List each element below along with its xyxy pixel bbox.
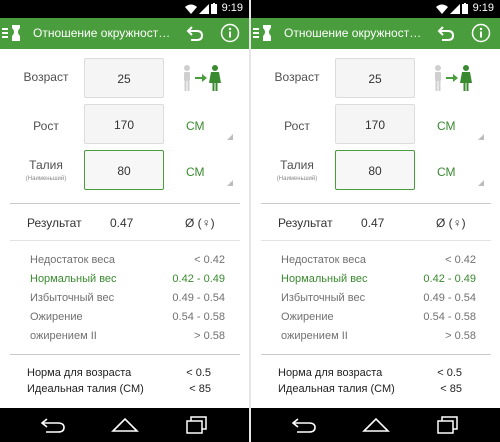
wifi-icon: [185, 4, 197, 14]
waist-label: Талия: [29, 158, 63, 172]
waist-field[interactable]: 80: [84, 150, 164, 190]
category-label: Недостаток веса: [281, 254, 367, 266]
height-label: Рост: [284, 119, 310, 133]
result-symbol: Ø (♀): [185, 216, 215, 230]
category-label: Избыточный вес: [30, 292, 115, 304]
category-range: 0.42 - 0.49: [172, 273, 225, 285]
norm-value: < 0.5: [437, 367, 462, 379]
app-title: Отношение окружност…: [33, 26, 171, 40]
dropdown-corner-icon: [227, 180, 233, 186]
signal-icon: [450, 4, 460, 14]
phone-screen-left: 9:19 Отношение окружност… Возраст 25 Рос…: [0, 0, 249, 442]
battery-icon: [462, 3, 468, 14]
waist-unit-select[interactable]: СМ: [437, 165, 456, 179]
category-label: Нормальный вес: [30, 273, 117, 285]
category-range: 0.49 - 0.54: [172, 292, 225, 304]
category-range: 0.42 - 0.49: [423, 273, 476, 285]
height-field[interactable]: 170: [84, 104, 164, 144]
category-label: ожирением II: [281, 330, 348, 342]
norm-value: < 85: [440, 383, 462, 395]
back-icon[interactable]: [437, 24, 455, 42]
category-label: Ожирение: [30, 311, 83, 323]
status-time: 9:19: [472, 2, 494, 14]
menu-icon[interactable]: [252, 24, 261, 42]
gender-switch-icon[interactable]: [181, 64, 223, 92]
height-label: Рост: [33, 119, 59, 133]
category-label: Избыточный вес: [281, 292, 366, 304]
age-field[interactable]: 25: [335, 58, 415, 98]
waist-unit-select[interactable]: СМ: [186, 165, 205, 179]
nav-back-icon[interactable]: [291, 416, 317, 434]
result-value: 0.47: [361, 216, 385, 230]
category-range: 0.54 - 0.58: [423, 311, 476, 323]
app-title: Отношение окружност…: [284, 26, 422, 40]
nav-recents-icon[interactable]: [436, 416, 460, 434]
section-divider: [10, 203, 240, 204]
category-label: ожирением II: [30, 330, 97, 342]
screenshot-stage: 9:19 Отношение окружност… Возраст 25 Рос…: [0, 0, 500, 442]
height-unit-select[interactable]: СМ: [437, 119, 456, 133]
menu-icon[interactable]: [1, 24, 10, 42]
gender-switch-icon[interactable]: [432, 64, 474, 92]
result-label: Результат: [27, 216, 82, 230]
section-divider: [10, 354, 240, 355]
info-icon[interactable]: [471, 23, 491, 43]
category-range: > 0.58: [194, 330, 225, 342]
nav-recents-icon[interactable]: [185, 416, 209, 434]
norm-label: Норма для возраста: [278, 367, 383, 379]
app-logo-icon: [12, 25, 20, 41]
norm-value: < 0.5: [186, 367, 211, 379]
navigation-bar: [0, 408, 249, 442]
status-bar: 9:19: [251, 0, 500, 18]
section-divider: [261, 354, 491, 355]
category-range: < 0.42: [445, 254, 476, 266]
height-field[interactable]: 170: [335, 104, 415, 144]
status-bar: 9:19: [0, 0, 249, 18]
nav-home-icon[interactable]: [111, 416, 139, 434]
waist-label: Талия: [280, 158, 314, 172]
norm-label: Идеальная талия (СМ): [27, 383, 144, 395]
category-label: Нормальный вес: [281, 273, 368, 285]
navigation-bar: [251, 408, 500, 442]
norm-value: < 85: [189, 383, 211, 395]
section-divider: [261, 203, 491, 204]
category-label: Ожирение: [281, 311, 334, 323]
info-icon[interactable]: [220, 23, 240, 43]
category-label: Недостаток веса: [30, 254, 116, 266]
battery-icon: [211, 3, 217, 14]
app-bar: Отношение окружност…: [251, 18, 500, 49]
wifi-icon: [436, 4, 448, 14]
phone-screen-right: 9:19 Отношение окружност… Возраст 25 Рос…: [251, 0, 500, 442]
waist-sublabel: (Наименьший): [276, 176, 318, 182]
category-range: < 0.42: [194, 254, 225, 266]
section-divider: [10, 240, 240, 241]
dropdown-corner-icon: [478, 134, 484, 140]
nav-home-icon[interactable]: [362, 416, 390, 434]
category-range: 0.49 - 0.54: [423, 292, 476, 304]
app-bar: Отношение окружност…: [0, 18, 249, 49]
status-time: 9:19: [221, 2, 243, 14]
nav-back-icon[interactable]: [40, 416, 66, 434]
height-unit-select[interactable]: СМ: [186, 119, 205, 133]
section-divider: [261, 240, 491, 241]
category-range: 0.54 - 0.58: [172, 311, 225, 323]
back-icon[interactable]: [186, 24, 204, 42]
app-logo-icon: [263, 25, 271, 41]
result-value: 0.47: [110, 216, 134, 230]
age-label: Возраст: [274, 70, 320, 84]
dropdown-corner-icon: [478, 180, 484, 186]
norm-label: Норма для возраста: [27, 367, 132, 379]
category-range: > 0.58: [445, 330, 476, 342]
norm-label: Идеальная талия (СМ): [278, 383, 395, 395]
waist-field[interactable]: 80: [335, 150, 415, 190]
waist-sublabel: (Наименьший): [25, 176, 67, 182]
signal-icon: [199, 4, 209, 14]
age-label: Возраст: [23, 70, 69, 84]
dropdown-corner-icon: [227, 134, 233, 140]
age-field[interactable]: 25: [84, 58, 164, 98]
result-label: Результат: [278, 216, 333, 230]
result-symbol: Ø (♀): [436, 216, 466, 230]
